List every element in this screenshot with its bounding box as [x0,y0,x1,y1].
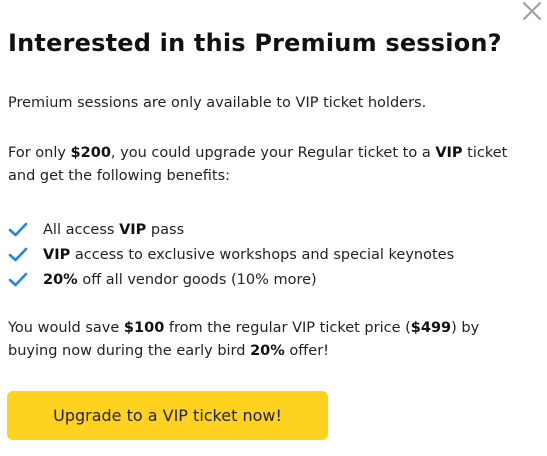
benefit-item: All access VIP pass [8,217,454,242]
savings-amount: $100 [123,320,165,336]
benefit-item: VIP access to exclusive workshops and sp… [8,242,454,267]
benefits-list: All access VIP pass VIP access to exclus… [8,217,454,292]
benefit-post: pass [146,221,185,238]
checkmark-icon [8,222,28,238]
savings-suffix: offer! [284,343,329,359]
checkmark-icon [8,247,28,263]
offer-text: For only $200, you could upgrade your Re… [8,142,528,188]
benefit-bold: 20% [43,271,78,288]
regular-price: $499 [410,320,452,336]
close-icon [521,0,543,22]
benefit-post: access to exclusive workshops and specia… [70,246,455,263]
offer-tier: VIP [435,145,463,161]
benefit-text: VIP access to exclusive workshops and sp… [43,247,454,263]
benefit-text: All access VIP pass [43,222,184,238]
benefit-text: 20% off all vendor goods (10% more) [43,272,317,288]
offer-prefix: For only [8,145,71,161]
benefit-post: off all vendor goods (10% more) [77,271,317,288]
benefit-bold: VIP [43,246,71,263]
savings-middle: from the regular VIP ticket price ( [164,320,411,336]
offer-middle: , you could upgrade your Regular ticket … [110,145,436,161]
savings-prefix: You would save [8,320,124,336]
checkmark-icon [8,272,28,288]
offer-price: $200 [70,145,111,161]
intro-text: Premium sessions are only available to V… [8,95,427,111]
savings-text: You would save $100 from the regular VIP… [8,317,528,363]
modal-title: Interested in this Premium session? [8,29,502,57]
upgrade-modal: Interested in this Premium session? Prem… [0,0,547,456]
benefit-bold: VIP [119,221,147,238]
benefit-pre: All access [43,221,120,238]
benefit-item: 20% off all vendor goods (10% more) [8,267,454,292]
discount-value: 20% [250,343,285,359]
close-button[interactable] [521,0,543,22]
upgrade-vip-button[interactable]: Upgrade to a VIP ticket now! [7,391,328,440]
